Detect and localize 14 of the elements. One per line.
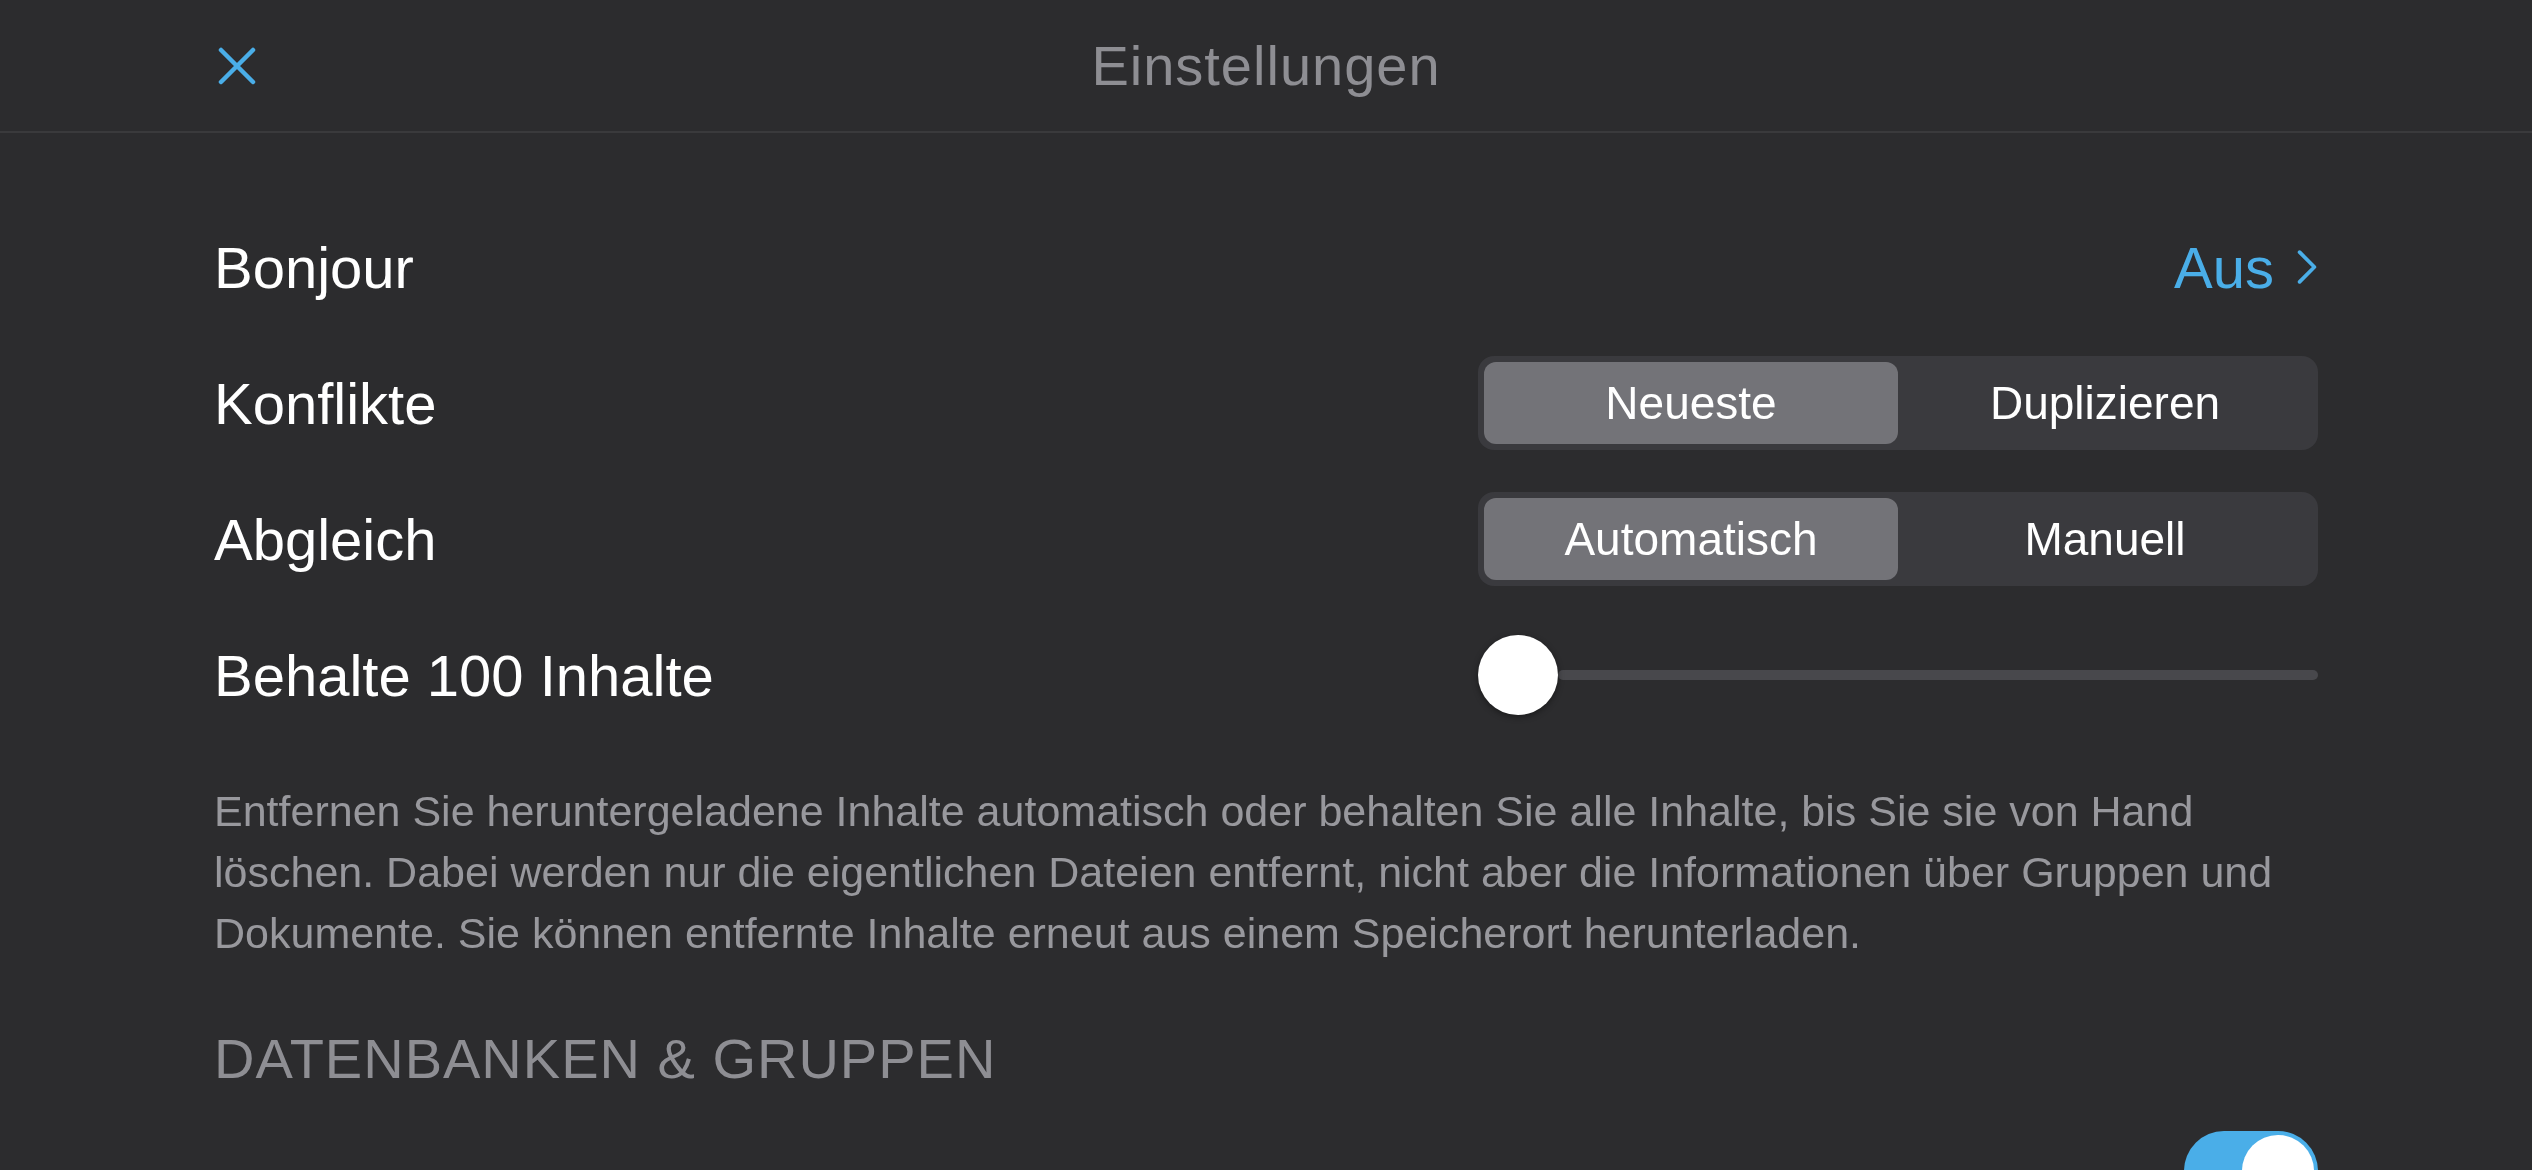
- segment-option[interactable]: Neueste: [1484, 362, 1898, 444]
- setting-label: Abgleich: [214, 505, 437, 573]
- window-title: Einstellungen: [1091, 33, 1441, 98]
- value-link[interactable]: Aus: [2174, 233, 2318, 301]
- setting-label: Bonjour: [214, 233, 414, 301]
- segment-option[interactable]: Manuell: [1898, 498, 2312, 580]
- setting-label: Behalte 100 Inhalte: [214, 641, 714, 709]
- description-text: Entfernen Sie heruntergeladene Inhalte automatisch oder behalten Sie alle Inhalte, bis Sie sie von Hand löschen. Dabei werden nur die eigentlichen Dateien entfernt, nicht aber die Informationen über Gruppen und Dokumente. Sie können entfernte Inhalte erneut aus einem Speicherort herunterladen.: [214, 786, 2274, 959]
- segment-option[interactable]: Automatisch: [1484, 498, 1898, 580]
- close-icon[interactable]: [217, 46, 257, 86]
- chevron-icon: [2296, 249, 2318, 285]
- segment-option[interactable]: Duplizieren: [1898, 362, 2312, 444]
- setting-label: Konflikte: [214, 369, 437, 437]
- section-header: DATENBANKEN & GRUPPEN: [214, 1026, 998, 1091]
